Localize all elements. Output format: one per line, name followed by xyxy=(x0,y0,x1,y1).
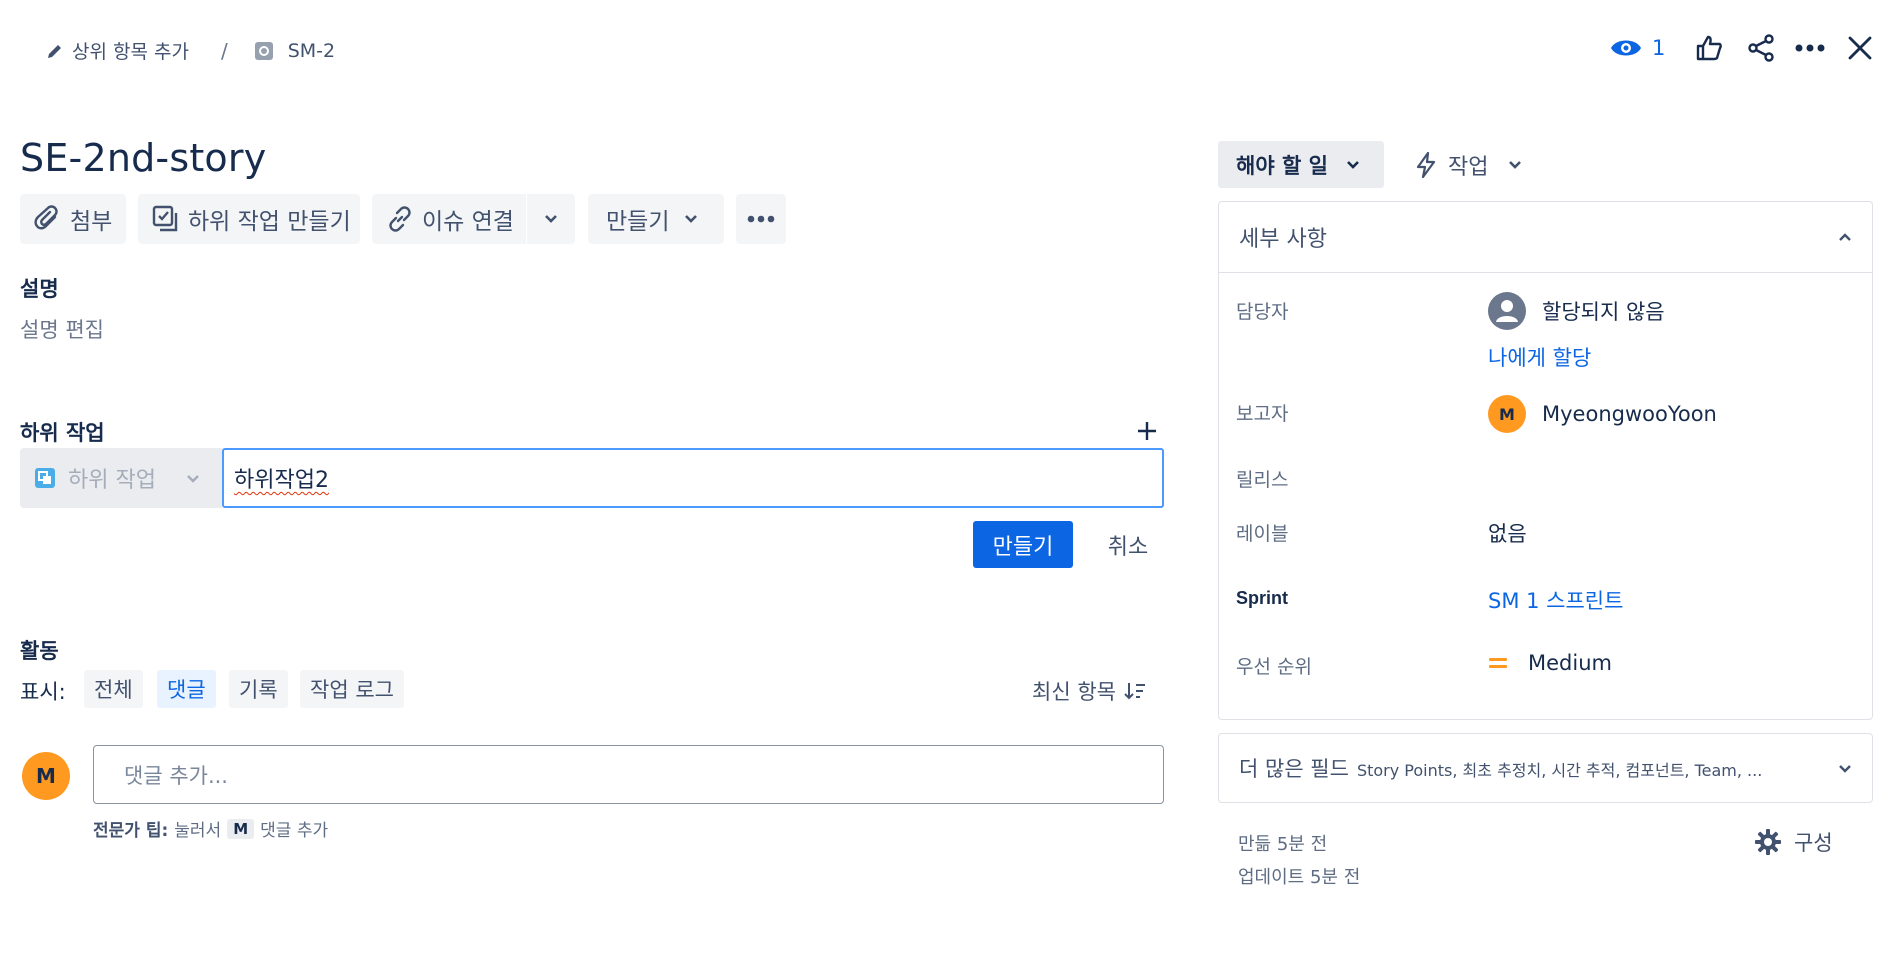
reporter-field[interactable]: M MyeongwooYoon xyxy=(1488,395,1717,433)
watch-count: 1 xyxy=(1652,36,1666,60)
assignee-value: 할당되지 않음 xyxy=(1542,300,1665,324)
pencil-icon xyxy=(46,42,64,60)
chevron-down-icon xyxy=(186,474,200,483)
more-options-icon[interactable] xyxy=(1795,44,1825,52)
breadcrumb-separator: / xyxy=(220,38,228,63)
create-subtask-button[interactable]: 하위 작업 만들기 xyxy=(138,194,360,244)
unassigned-avatar-icon xyxy=(1488,292,1526,330)
details-panel: 세부 사항 xyxy=(1218,201,1873,720)
link-issue-label: 이슈 연결 xyxy=(422,209,514,235)
subtask-checkbox-icon xyxy=(152,205,180,233)
lightning-icon xyxy=(1416,151,1436,178)
more-fields-panel[interactable]: 더 많은 필드 Story Points, 최초 추정치, 시간 추적, 컴포넌… xyxy=(1218,733,1873,803)
add-parent-link[interactable]: 상위 항목 추가 xyxy=(72,37,189,64)
subtask-type-label: 하위 작업 xyxy=(68,468,156,493)
issue-title[interactable]: SE-2nd-story xyxy=(20,136,266,180)
updated-time: 업데이트 5분 전 xyxy=(1238,867,1361,888)
watch-button[interactable]: 1 xyxy=(1610,36,1665,60)
reporter-avatar: M xyxy=(1488,395,1526,433)
release-label: 릴리스 xyxy=(1236,469,1289,491)
pro-tip-text-after: 댓글 추가 xyxy=(260,821,329,841)
more-actions-button[interactable] xyxy=(736,194,786,244)
link-issue-button[interactable]: 이슈 연결 xyxy=(372,194,526,244)
subtask-type-icon xyxy=(34,467,56,489)
reporter-value: MyeongwooYoon xyxy=(1542,402,1717,426)
chevron-down-icon xyxy=(1838,764,1852,773)
activity-filter-all[interactable]: 전체 xyxy=(84,670,143,708)
eye-icon xyxy=(1610,36,1642,60)
assignee-label: 담당자 xyxy=(1236,301,1289,323)
activity-filter-comments[interactable]: 댓글 xyxy=(157,670,216,708)
activity-heading: 활동 xyxy=(20,639,59,663)
attach-button[interactable]: 첨부 xyxy=(20,194,126,244)
pro-tip-key: M xyxy=(227,818,255,839)
subtask-input-text: 하위작업2 xyxy=(234,468,329,493)
priority-field[interactable]: Medium xyxy=(1488,651,1612,675)
status-dropdown[interactable]: 해야 할 일 xyxy=(1218,141,1384,188)
more-fields-label: 더 많은 필드 xyxy=(1239,757,1349,781)
sort-descending-icon xyxy=(1124,681,1146,701)
thumbs-up-icon[interactable] xyxy=(1695,34,1723,62)
assignee-field[interactable]: 할당되지 않음 xyxy=(1488,292,1665,330)
activity-show-label: 표시: xyxy=(20,680,66,704)
priority-value: Medium xyxy=(1528,651,1612,675)
sprint-value-link[interactable]: SM 1 스프린트 xyxy=(1488,585,1623,615)
more-options-icon xyxy=(747,215,775,223)
issue-type-icon xyxy=(254,41,274,61)
chevron-down-icon xyxy=(1508,160,1522,169)
create-subtask-label: 하위 작업 만들기 xyxy=(188,209,351,235)
attach-label: 첨부 xyxy=(70,209,113,235)
sprint-label: Sprint xyxy=(1236,588,1288,608)
create-subtask-submit-button[interactable]: 만들기 xyxy=(973,521,1073,568)
subtask-type-select[interactable]: 하위 작업 xyxy=(20,448,222,508)
create-label: 만들기 xyxy=(606,209,670,235)
subtasks-heading: 하위 작업 xyxy=(20,421,105,445)
add-comment-input[interactable]: 댓글 추가... xyxy=(93,745,1164,804)
chevron-up-icon xyxy=(1838,232,1852,242)
paperclip-icon xyxy=(34,205,62,233)
activity-filter-history[interactable]: 기록 xyxy=(229,670,288,708)
reporter-label: 보고자 xyxy=(1236,403,1289,425)
description-heading: 설명 xyxy=(20,277,59,301)
add-subtask-icon[interactable] xyxy=(1136,420,1158,442)
activity-filter-worklog[interactable]: 작업 로그 xyxy=(300,670,404,708)
configure-button[interactable]: 구성 xyxy=(1754,827,1833,857)
actions-label: 작업 xyxy=(1448,154,1489,180)
breadcrumb: 상위 항목 추가 / SM-2 xyxy=(46,37,335,64)
created-time: 만듦 5분 전 xyxy=(1238,834,1328,855)
description-edit[interactable]: 설명 편집 xyxy=(20,314,104,344)
pro-tip-text-before: 눌러서 xyxy=(174,821,222,841)
actions-dropdown[interactable]: 작업 xyxy=(1416,141,1522,188)
labels-value[interactable]: 없음 xyxy=(1488,518,1527,548)
chevron-down-icon xyxy=(1346,160,1360,169)
cancel-subtask-button[interactable]: 취소 xyxy=(1093,521,1163,568)
gear-icon xyxy=(1754,828,1782,856)
status-label: 해야 할 일 xyxy=(1236,153,1328,178)
more-fields-summary: Story Points, 최초 추정치, 시간 추적, 컴포넌트, Team,… xyxy=(1356,761,1763,780)
assign-to-me-link[interactable]: 나에게 할당 xyxy=(1488,342,1591,372)
share-icon[interactable] xyxy=(1747,34,1775,62)
priority-label: 우선 순위 xyxy=(1236,656,1312,678)
close-icon[interactable] xyxy=(1847,35,1873,61)
details-header[interactable]: 세부 사항 xyxy=(1219,202,1872,273)
chevron-down-icon xyxy=(683,214,699,224)
details-heading: 세부 사항 xyxy=(1239,227,1327,252)
sort-label: 최신 항목 xyxy=(1032,680,1116,704)
header-actions: 1 xyxy=(1610,34,1873,62)
subtask-summary-input[interactable]: 하위작업2 xyxy=(222,448,1164,508)
priority-medium-icon xyxy=(1488,655,1508,671)
issue-key-link[interactable]: SM-2 xyxy=(288,40,335,62)
sort-order-button[interactable]: 최신 항목 xyxy=(1032,676,1146,706)
labels-label: 레이블 xyxy=(1236,523,1289,545)
pro-tip-label: 전문가 팁: xyxy=(93,821,169,841)
link-icon xyxy=(386,205,414,233)
pro-tip: 전문가 팁: 눌러서 M 댓글 추가 xyxy=(93,816,328,841)
configure-label: 구성 xyxy=(1794,831,1833,855)
current-user-avatar: M xyxy=(22,752,70,800)
chevron-down-icon xyxy=(543,214,559,224)
more-fields-text: 더 많은 필드 Story Points, 최초 추정치, 시간 추적, 컴포넌… xyxy=(1239,753,1762,783)
create-dropdown-button[interactable]: 만들기 xyxy=(588,194,724,244)
link-issue-dropdown[interactable] xyxy=(527,194,575,244)
